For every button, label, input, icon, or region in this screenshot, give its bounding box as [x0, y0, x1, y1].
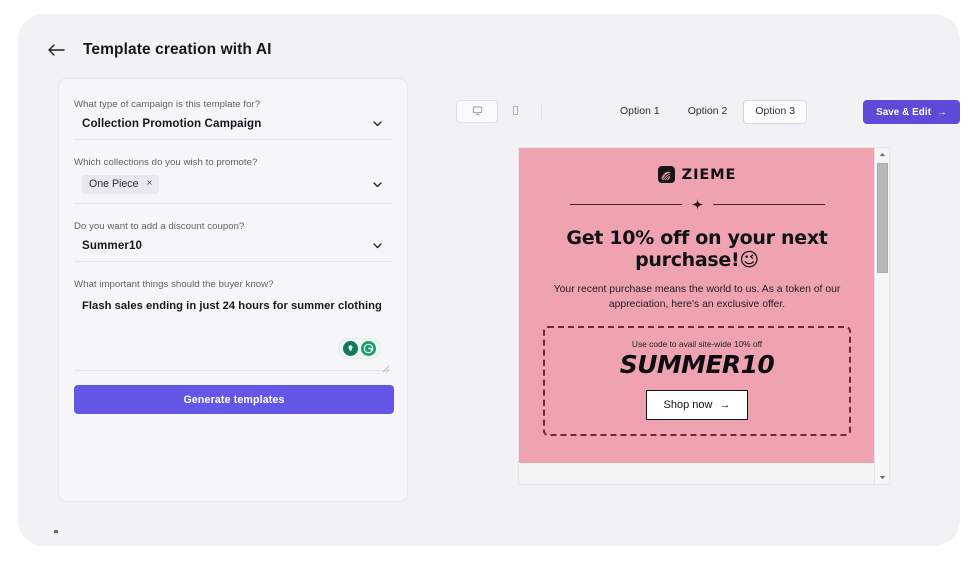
coupon-value: Summer10 — [82, 239, 143, 252]
textarea-resize-grip[interactable] — [381, 360, 390, 373]
swirl-logo-icon — [657, 166, 675, 183]
email-brand-name: ZIEME — [681, 166, 737, 183]
campaign-form-panel: What type of campaign is this template f… — [58, 78, 408, 502]
shop-now-button[interactable]: Shop now → — [645, 390, 749, 421]
divider-line-right — [712, 204, 825, 205]
email-headline-text: Get 10% off on your next purchase! — [566, 227, 828, 272]
buyer-info-textarea[interactable]: Flash sales ending in just 24 hours for … — [74, 297, 392, 373]
corner-marker — [54, 530, 58, 533]
toolbar-divider — [541, 103, 542, 120]
wink-emoji: 😉 — [739, 249, 759, 272]
divider-line-left — [569, 204, 682, 205]
mobile-preview-button[interactable] — [498, 100, 532, 123]
collection-chip-label: One Piece — [89, 178, 139, 190]
writing-assist-badges[interactable] — [339, 339, 380, 358]
preview-scrollbar[interactable] — [874, 148, 889, 484]
email-divider — [543, 198, 851, 211]
scrollbar-thumb[interactable] — [877, 163, 888, 273]
collections-select[interactable]: One Piece × — [74, 175, 392, 204]
buyer-info-label: What important things should the buyer k… — [74, 279, 274, 290]
tab-option-1[interactable]: Option 1 — [608, 100, 672, 124]
generate-templates-button[interactable]: Generate templates — [74, 385, 394, 414]
campaign-type-label: What type of campaign is this template f… — [74, 99, 261, 110]
collection-chip[interactable]: One Piece × — [82, 175, 160, 194]
campaign-type-value: Collection Promotion Campaign — [82, 117, 262, 130]
preview-toolbar: Option 1 Option 2 Option 3 Save & Edit → — [456, 100, 960, 126]
buyer-info-value: Flash sales ending in just 24 hours for … — [82, 300, 382, 312]
coupon-select[interactable]: Summer10 — [74, 239, 392, 262]
sparkle-icon — [691, 198, 704, 211]
email-template-body: ZIEME Get 10% off on your next purchase!… — [519, 148, 875, 463]
grammarly-icon[interactable] — [361, 341, 376, 356]
scroll-up-arrow-icon[interactable] — [875, 148, 889, 161]
page-title: Template creation with AI — [83, 41, 272, 58]
chevron-down-icon — [371, 239, 384, 252]
arrow-right-icon: → — [719, 399, 731, 412]
back-arrow-icon[interactable] — [46, 40, 66, 60]
tab-option-3[interactable]: Option 3 — [743, 100, 808, 124]
device-toggle-group — [456, 100, 542, 123]
email-headline: Get 10% off on your next purchase!😉 — [543, 227, 851, 272]
arrow-right-icon: → — [937, 106, 947, 118]
app-window: Template creation with AI What type of c… — [18, 14, 960, 546]
email-subcopy: Your recent purchase means the world to … — [553, 283, 841, 310]
desktop-icon — [472, 103, 483, 121]
save-and-edit-button[interactable]: Save & Edit → — [863, 100, 960, 124]
tab-option-2[interactable]: Option 2 — [676, 100, 740, 124]
chip-remove-icon[interactable]: × — [146, 179, 152, 189]
campaign-type-select[interactable]: Collection Promotion Campaign — [74, 117, 392, 140]
email-brand-row: ZIEME — [543, 166, 851, 183]
coupon-box: Use code to avail site-wide 10% off SUMM… — [543, 326, 851, 437]
collections-label: Which collections do you wish to promote… — [74, 157, 258, 168]
chevron-down-icon — [371, 178, 384, 191]
desktop-preview-button[interactable] — [456, 100, 498, 123]
option-tabs: Option 1 Option 2 Option 3 — [608, 100, 808, 124]
scroll-down-arrow-icon[interactable] — [875, 471, 889, 484]
coupon-code: SUMMER10 — [619, 350, 775, 380]
shop-now-label: Shop now — [663, 399, 713, 412]
coupon-caption: Use code to avail site-wide 10% off — [631, 339, 763, 350]
coupon-label: Do you want to add a discount coupon? — [74, 221, 245, 232]
save-button-label: Save & Edit — [876, 106, 932, 118]
chevron-down-icon — [371, 117, 384, 130]
page-header: Template creation with AI — [46, 40, 272, 60]
email-preview-frame: ZIEME Get 10% off on your next purchase!… — [518, 147, 890, 485]
lightbulb-icon[interactable] — [343, 341, 358, 356]
mobile-icon — [511, 103, 520, 121]
